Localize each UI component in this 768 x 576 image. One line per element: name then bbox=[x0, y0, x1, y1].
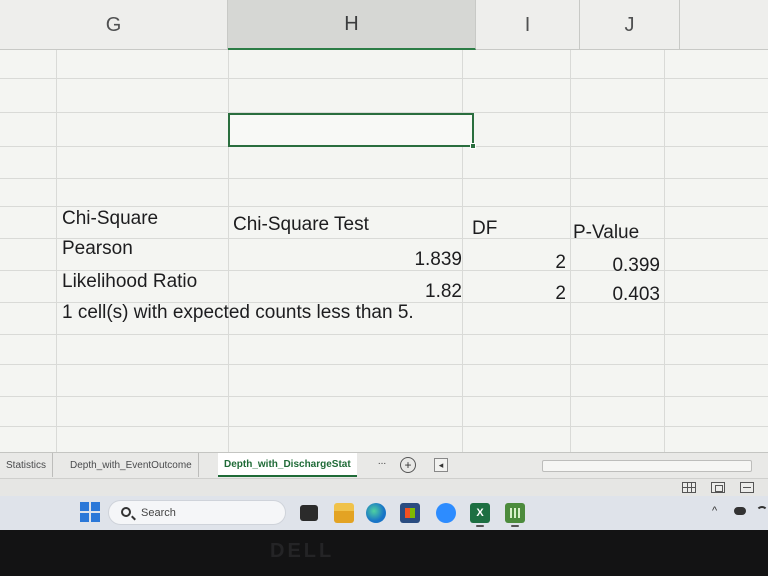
fill-handle[interactable] bbox=[470, 143, 476, 149]
row-gridline bbox=[0, 396, 768, 397]
sheet-tab-statistics[interactable]: Statistics bbox=[0, 453, 54, 477]
column-header-j[interactable]: J bbox=[580, 0, 680, 50]
cell-footnote[interactable]: 1 cell(s) with expected counts less than… bbox=[62, 302, 414, 324]
windows-taskbar: Search X ^ bbox=[0, 496, 768, 530]
scroll-left-icon[interactable]: ◂ bbox=[434, 458, 448, 472]
windows-logo-icon bbox=[80, 502, 89, 511]
wifi-icon[interactable] bbox=[756, 506, 768, 518]
column-header-g[interactable]: G bbox=[0, 0, 228, 50]
page-break-view-icon[interactable] bbox=[740, 482, 754, 493]
row-gridline bbox=[0, 78, 768, 79]
cell-statistic[interactable]: 1.839 bbox=[360, 249, 462, 271]
zoom-app-icon[interactable] bbox=[436, 503, 456, 523]
onedrive-cloud-icon[interactable] bbox=[734, 507, 746, 515]
row-gridline bbox=[0, 426, 768, 427]
column-gridline bbox=[228, 50, 229, 452]
active-app-indicator bbox=[511, 525, 519, 527]
cell-row-label[interactable]: Likelihood Ratio bbox=[62, 271, 197, 293]
column-gridline bbox=[56, 50, 57, 452]
search-icon bbox=[121, 507, 131, 517]
row-gridline bbox=[0, 364, 768, 365]
sheet-tabs-bar: Statistics Depth_with_EventOutcome Depth… bbox=[0, 452, 768, 478]
microsoft-store-icon[interactable] bbox=[400, 503, 420, 523]
start-button[interactable] bbox=[80, 502, 100, 522]
normal-view-icon[interactable] bbox=[682, 482, 696, 493]
cell-chi-square-label[interactable]: Chi-Square bbox=[62, 208, 158, 230]
horizontal-scrollbar[interactable] bbox=[542, 460, 752, 472]
column-label: H bbox=[344, 12, 359, 35]
add-sheet-button[interactable]: + bbox=[400, 457, 416, 473]
column-label: I bbox=[524, 13, 531, 36]
cell-statistic[interactable]: 1.82 bbox=[360, 281, 462, 303]
column-label: G bbox=[105, 13, 122, 36]
task-view-icon[interactable] bbox=[300, 505, 318, 521]
cell-chi-square-test-header[interactable]: Chi-Square Test bbox=[233, 214, 369, 236]
active-app-indicator bbox=[476, 525, 484, 527]
windows-logo-icon bbox=[91, 513, 100, 522]
windows-logo-icon bbox=[91, 502, 100, 511]
page-layout-view-icon[interactable] bbox=[711, 482, 725, 493]
column-gridline bbox=[570, 50, 571, 452]
cell-p-value[interactable]: 0.399 bbox=[590, 255, 660, 277]
spreadsheet-grid[interactable]: G H I J Chi-Square Chi-Square Test DF P-… bbox=[0, 0, 768, 452]
cell-p-value[interactable]: 0.403 bbox=[590, 284, 660, 306]
selected-cell[interactable] bbox=[228, 113, 476, 149]
taskbar-search-box[interactable]: Search bbox=[108, 500, 286, 525]
monitor-bezel: DELL bbox=[0, 530, 768, 576]
minitab-app-icon[interactable] bbox=[505, 503, 525, 523]
cell-p-value-header[interactable]: P-Value bbox=[573, 222, 639, 244]
column-header-row: G H I J bbox=[0, 0, 768, 50]
cell-df[interactable]: 2 bbox=[520, 252, 566, 274]
cell-df-header[interactable]: DF bbox=[472, 218, 497, 240]
status-bar bbox=[0, 478, 768, 496]
more-sheets-button[interactable]: ... bbox=[370, 456, 394, 474]
edge-browser-icon[interactable] bbox=[366, 503, 386, 523]
row-gridline bbox=[0, 334, 768, 335]
column-label: J bbox=[624, 13, 635, 36]
row-gridline bbox=[0, 178, 768, 179]
file-explorer-icon[interactable] bbox=[334, 503, 354, 523]
sheet-tab-depth-with-eventoutcome[interactable]: Depth_with_EventOutcome bbox=[64, 453, 199, 477]
column-header-h[interactable]: H bbox=[228, 0, 476, 50]
cell-df[interactable]: 2 bbox=[520, 283, 566, 305]
column-gridline bbox=[664, 50, 665, 452]
windows-logo-icon bbox=[80, 513, 89, 522]
column-header-i[interactable]: I bbox=[476, 0, 580, 50]
cell-row-label[interactable]: Pearson bbox=[62, 238, 133, 260]
monitor-brand-logo: DELL bbox=[270, 540, 335, 562]
row-gridline bbox=[0, 206, 768, 207]
column-gridline bbox=[462, 50, 463, 452]
excel-app-icon[interactable]: X bbox=[470, 503, 490, 523]
sheet-tab-depth-with-dischargestat[interactable]: Depth_with_DischargeStat bbox=[218, 453, 357, 477]
search-placeholder: Search bbox=[141, 507, 176, 519]
show-hidden-icons-chevron[interactable]: ^ bbox=[712, 505, 717, 517]
